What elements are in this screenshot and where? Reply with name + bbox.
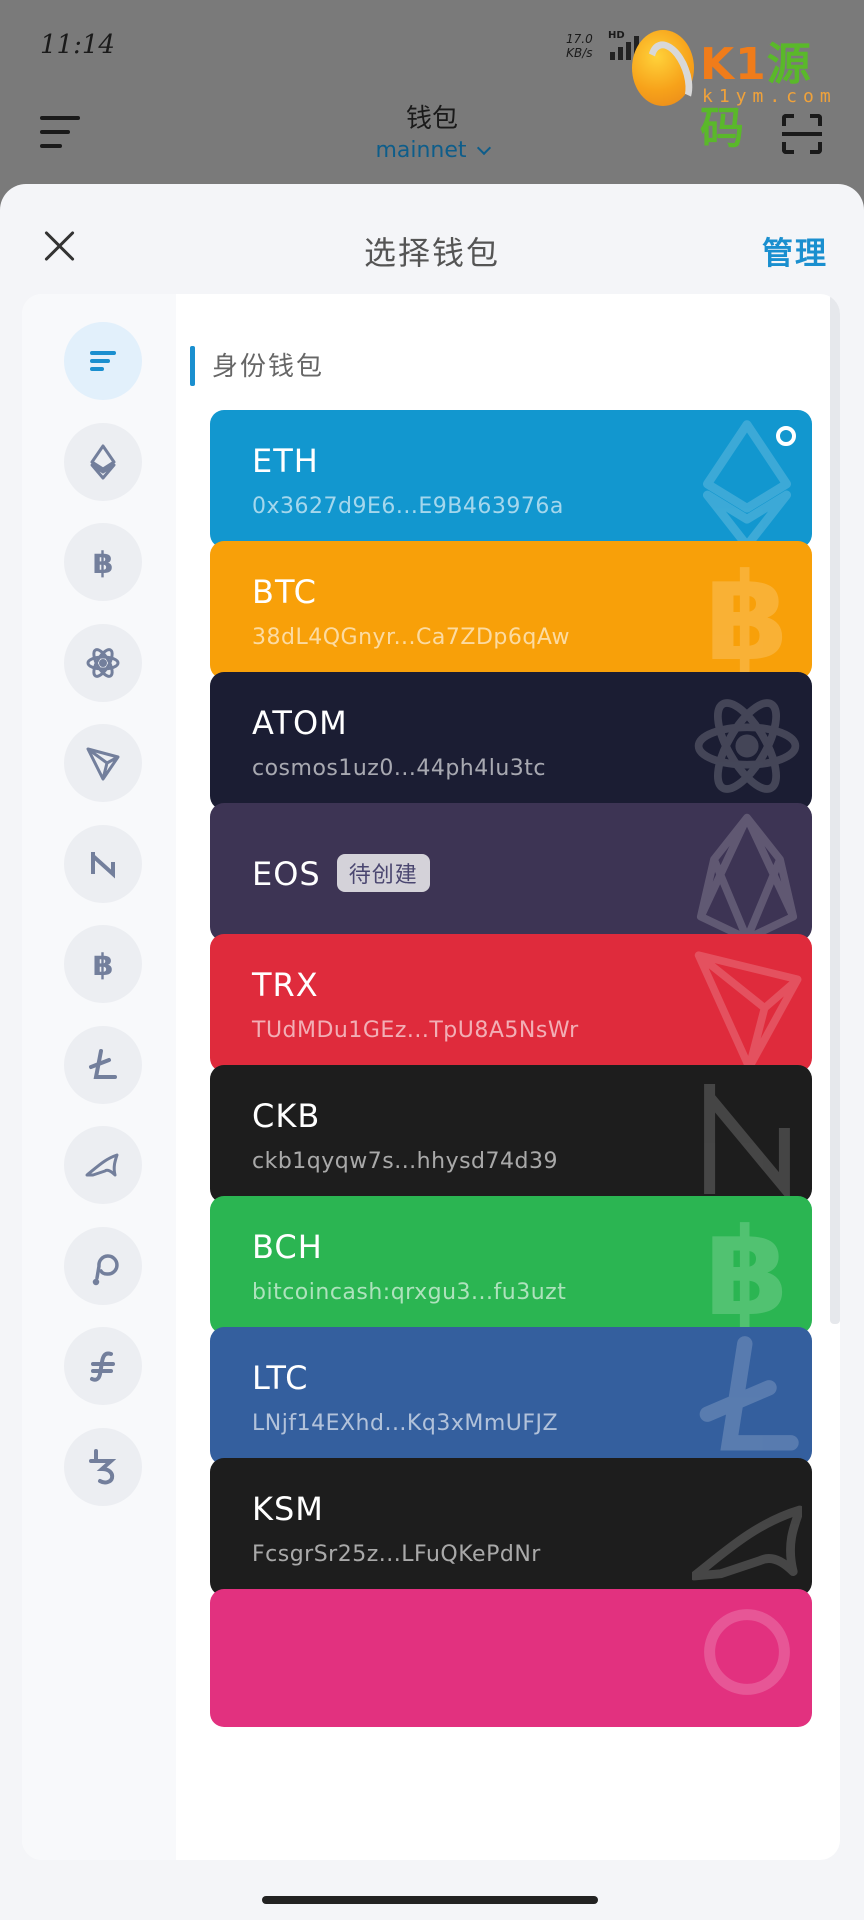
wallet-address: TUdMDu1GEz...TpU8A5NsWr (252, 1018, 579, 1043)
bitcoin-cash-icon: ฿ (83, 944, 123, 984)
svg-text:฿: ฿ (93, 546, 114, 581)
sheet-title: 选择钱包 (363, 234, 500, 272)
wallet-card[interactable]: KSM FcsgrSr25z...LFuQKePdNr (210, 1458, 812, 1596)
svg-text:฿: ฿ (705, 1204, 789, 1334)
svg-text:฿: ฿ (705, 549, 789, 679)
litecoin-chain-button[interactable] (64, 1025, 142, 1104)
list-icon (83, 341, 123, 381)
wallet-card[interactable] (210, 1589, 812, 1727)
wallet-name: BCH (252, 1228, 323, 1266)
tezos-chain-button[interactable] (64, 1427, 142, 1506)
bitcoin-chain-button[interactable]: ฿ (64, 523, 142, 601)
section-label: 身份钱包 (212, 352, 325, 382)
network-speed-unit: KB/s (566, 46, 593, 60)
wallet-card[interactable]: TRX TUdMDu1GEz...TpU8A5NsWr (210, 934, 812, 1072)
ethereum-chain-button[interactable] (64, 422, 142, 501)
polkadot-watermark-icon (692, 1597, 802, 1717)
network-selector[interactable]: mainnet (0, 138, 864, 163)
bitcoin-watermark-icon: ฿ (692, 547, 802, 679)
litecoin-watermark-icon (692, 1335, 802, 1455)
pending-create-badge: 待创建 (336, 854, 430, 892)
tron-watermark-icon (692, 942, 802, 1072)
manage-button[interactable]: 管理 (762, 228, 828, 273)
scan-icon[interactable] (782, 114, 822, 154)
wallet-name: KSM (252, 1490, 324, 1528)
wallet-name: CKB (252, 1097, 321, 1135)
wallet-name: ETH (252, 442, 319, 480)
polkadot-chain-button[interactable] (64, 1226, 142, 1305)
network-speed: 17.0 KB/s (566, 32, 593, 60)
wallet-card[interactable]: ETH 0x3627d9E6...E9B463976a (210, 410, 812, 548)
nervos-ckb-icon (83, 844, 123, 884)
wallet-address: 0x3627d9E6...E9B463976a (252, 494, 564, 519)
ckb-watermark-icon (692, 1073, 802, 1203)
section-marker (190, 346, 195, 386)
wallet-name: BTC (252, 573, 317, 611)
svg-text:฿: ฿ (93, 948, 114, 983)
wallet-card[interactable]: ฿ BTC 38dL4QGnyr...Ca7ZDp6qAw (210, 541, 812, 679)
kusama-chain-button[interactable] (64, 1126, 142, 1204)
wallet-address: ckb1qyqw7s...hhysd74d39 (252, 1149, 558, 1174)
cosmos-atom-icon (83, 643, 123, 683)
filecoin-chain-button[interactable] (64, 1327, 142, 1405)
wallet-address: FcsgrSr25z...LFuQKePdNr (252, 1542, 541, 1567)
tron-chain-button[interactable] (64, 724, 142, 802)
wallet-address: LNjf14EXhd...Kq3xMmUFJZ (252, 1411, 559, 1436)
wallet-name: LTC (252, 1359, 309, 1397)
wallet-card[interactable]: ฿ BCH bitcoincash:qrxgu3...fu3uzt (210, 1196, 812, 1334)
nervos-ckb-chain-button[interactable] (64, 824, 142, 903)
select-wallet-sheet: 选择钱包 管理 ฿฿ 身份钱包 ETH 0x3627d9E6...E9B46397… (0, 184, 864, 1920)
bitcoin-cash-chain-button[interactable]: ฿ (64, 925, 142, 1003)
network-name: mainnet (375, 138, 467, 163)
status-time: 11:14 (40, 30, 115, 60)
wallet-name: TRX (252, 966, 319, 1004)
wallet-panel: ฿฿ 身份钱包 ETH 0x3627d9E6...E9B463976a ฿ BTC 38… (22, 294, 840, 1860)
network-speed-value: 17.0 (566, 32, 593, 46)
filecoin-icon (83, 1346, 123, 1386)
tezos-icon (83, 1447, 123, 1487)
litecoin-icon (83, 1045, 123, 1085)
kusama-watermark-icon (689, 1466, 805, 1586)
status-bar: 11:14 17.0 KB/s HD K1源码 k1ym.com (0, 0, 864, 154)
wallet-card[interactable]: CKB ckb1qyqw7s...hhysd74d39 (210, 1065, 812, 1203)
wallet-address: bitcoincash:qrxgu3...fu3uzt (252, 1280, 567, 1305)
sheet-header: 选择钱包 管理 (0, 184, 864, 294)
ethereum-icon (83, 442, 123, 482)
wallet-name: EOS 待创建 (252, 854, 430, 895)
wallet-address: 38dL4QGnyr...Ca7ZDp6qAw (252, 625, 570, 650)
eos-watermark-icon (692, 811, 802, 941)
home-indicator[interactable] (262, 1896, 598, 1904)
wallet-card[interactable]: ATOM cosmos1uz0...44ph4lu3tc (210, 672, 812, 810)
scrollbar[interactable] (830, 294, 840, 1324)
wallet-list: 身份钱包 ETH 0x3627d9E6...E9B463976a ฿ BTC 38dL4… (176, 294, 840, 1860)
wallet-title: 钱包 (405, 104, 458, 134)
wallet-name: ATOM (252, 704, 348, 742)
chain-sidebar: ฿฿ (22, 294, 176, 1860)
bitcoin-icon: ฿ (83, 542, 123, 582)
wallet-address: cosmos1uz0...44ph4lu3tc (252, 756, 547, 781)
wallet-card[interactable]: LTC LNjf14EXhd...Kq3xMmUFJZ (210, 1327, 812, 1465)
cosmos-atom-chain-button[interactable] (64, 623, 142, 702)
atom-watermark-icon (692, 680, 802, 800)
chevron-down-icon (476, 140, 491, 156)
wallet-card[interactable]: EOS 待创建 (210, 803, 812, 941)
selected-indicator-icon (776, 426, 796, 446)
tron-icon (83, 743, 123, 783)
list-chain-button[interactable] (64, 322, 142, 400)
wallet-header: 钱包 mainnet (0, 92, 864, 184)
polkadot-icon (83, 1246, 123, 1286)
kusama-icon (83, 1145, 123, 1185)
bitcoin-watermark-icon: ฿ (692, 1202, 802, 1334)
